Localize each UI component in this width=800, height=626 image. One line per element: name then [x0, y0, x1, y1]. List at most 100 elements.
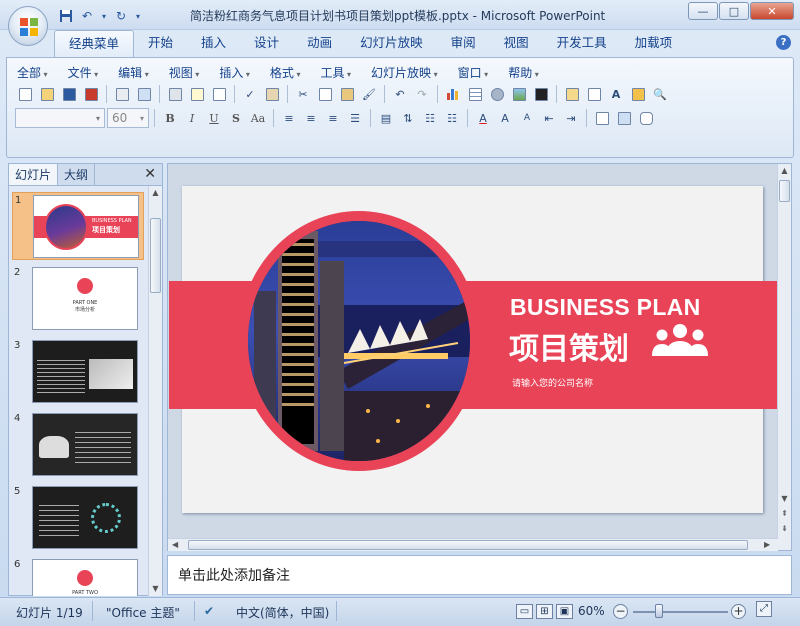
cut-icon[interactable]: ✂ — [293, 84, 313, 104]
slide-layout-icon[interactable] — [584, 84, 604, 104]
close-button[interactable]: ✕ — [750, 2, 794, 20]
increase-indent-icon[interactable]: ⇥ — [561, 108, 581, 128]
slide-canvas[interactable]: BUSINESS PLAN 项目策划 请输入您的公司名称 — [169, 186, 777, 513]
smartart-icon[interactable] — [487, 84, 507, 104]
slide-thumbnail-6[interactable]: 6 PART TWO — [12, 557, 144, 596]
menu-insert[interactable]: 插入 — [219, 64, 250, 81]
font-size-select[interactable]: 60 ▾ — [107, 108, 149, 128]
tab-outline[interactable]: 大纲 — [58, 164, 96, 185]
next-slide-icon[interactable]: ⇟ — [778, 522, 791, 536]
scroll-right-icon[interactable]: ▶ — [764, 540, 770, 549]
align-right-icon[interactable]: ≡ — [323, 108, 343, 128]
menu-all[interactable]: 全部 — [17, 64, 48, 81]
shape-fill-icon[interactable] — [531, 84, 551, 104]
open-icon[interactable] — [37, 84, 57, 104]
align-left-icon[interactable]: ≡ — [279, 108, 299, 128]
pane-close-icon[interactable]: ✕ — [144, 166, 156, 182]
new-icon[interactable] — [15, 84, 35, 104]
picture-icon[interactable] — [509, 84, 529, 104]
notes-pane[interactable]: 单击此处添加备注 — [167, 555, 792, 595]
quick-styles-icon[interactable] — [614, 108, 634, 128]
font-name-select[interactable]: ▾ — [15, 108, 105, 128]
font-color-icon[interactable]: A — [473, 108, 493, 128]
tab-classic-menu[interactable]: 经典菜单 — [54, 30, 135, 57]
previous-slide-icon[interactable]: ⇞ — [778, 507, 791, 521]
slide-thumbnail-2[interactable]: 2 PART ONE 市场分析 — [12, 265, 144, 333]
format-painter-icon[interactable]: 🖌 — [359, 84, 379, 104]
pdf-icon[interactable] — [81, 84, 101, 104]
bold-button[interactable]: B — [160, 108, 180, 128]
print-icon[interactable] — [165, 84, 185, 104]
tab-insert[interactable]: 插入 — [187, 30, 240, 57]
menu-slideshow[interactable]: 幻灯片放映 — [371, 64, 438, 81]
grow-font-icon[interactable]: A — [495, 108, 515, 128]
tab-slideshow[interactable]: 幻灯片放映 — [346, 30, 437, 57]
new-slide-icon[interactable] — [562, 84, 582, 104]
shrink-font-icon[interactable]: A — [517, 108, 537, 128]
arrange-icon[interactable] — [592, 108, 612, 128]
permission-icon[interactable] — [112, 84, 132, 104]
spelling-check-icon[interactable]: ✔ — [204, 604, 214, 618]
tab-animations[interactable]: 动画 — [293, 30, 346, 57]
help-icon[interactable]: ? — [776, 35, 791, 50]
scroll-up-icon[interactable]: ▲ — [778, 164, 791, 178]
scroll-down-icon[interactable]: ▼ — [778, 492, 791, 506]
undo-dropdown-icon[interactable]: ▾ — [100, 8, 108, 24]
scroll-up-icon[interactable]: ▲ — [149, 186, 162, 200]
undo-icon[interactable]: ↶ — [79, 8, 95, 24]
find-icon[interactable]: 🔍 — [650, 84, 670, 104]
scroll-left-icon[interactable]: ◀ — [172, 540, 178, 549]
zoom-in-icon[interactable]: + — [731, 604, 746, 619]
align-center-icon[interactable]: ≡ — [301, 108, 321, 128]
redo-icon[interactable]: ↷ — [412, 84, 432, 104]
research-icon[interactable] — [262, 84, 282, 104]
underline-button[interactable]: U — [204, 108, 224, 128]
slideshow-view-icon[interactable]: ▣ — [556, 604, 573, 619]
text-box-icon[interactable]: A — [606, 84, 626, 104]
minimize-button[interactable]: — — [688, 2, 718, 20]
folder-icon[interactable] — [628, 84, 648, 104]
bullets-icon[interactable]: ☷ — [420, 108, 440, 128]
office-button[interactable] — [8, 6, 48, 46]
tab-review[interactable]: 审阅 — [437, 30, 490, 57]
change-case-button[interactable]: Aa — [248, 108, 268, 128]
menu-help[interactable]: 帮助 — [508, 64, 539, 81]
editor-vertical-scrollbar[interactable]: ▲ ▼ ⇞ ⇟ — [777, 164, 791, 550]
tab-developer[interactable]: 开发工具 — [543, 30, 621, 57]
menu-tools[interactable]: 工具 — [320, 64, 351, 81]
zoom-slider-knob[interactable] — [655, 604, 663, 618]
zoom-level[interactable]: 60% — [578, 604, 605, 618]
menu-edit[interactable]: 编辑 — [118, 64, 149, 81]
chart-icon[interactable] — [443, 84, 463, 104]
fit-to-window-icon[interactable]: ⤢ — [756, 601, 772, 617]
numbering-icon[interactable]: ☷ — [442, 108, 462, 128]
columns-icon[interactable]: ▤ — [376, 108, 396, 128]
slide-thumbnail-3[interactable]: 3 — [12, 338, 144, 406]
slide-thumbnail-1[interactable]: 1 BUSINESS PLAN 项目策划 — [12, 192, 144, 260]
undo-icon[interactable]: ↶ — [390, 84, 410, 104]
copy-icon[interactable] — [315, 84, 335, 104]
shape-outline-icon[interactable] — [636, 108, 656, 128]
menu-window[interactable]: 窗口 — [458, 64, 489, 81]
paste-icon[interactable] — [337, 84, 357, 104]
normal-view-icon[interactable]: ▭ — [516, 604, 533, 619]
print-preview-icon[interactable] — [187, 84, 207, 104]
slide-thumbnail-4[interactable]: 4 — [12, 411, 144, 479]
spelling-icon[interactable]: ✓ — [240, 84, 260, 104]
editor-horizontal-scrollbar[interactable]: ◀ ▶ — [168, 538, 778, 551]
tab-design[interactable]: 设计 — [240, 30, 293, 57]
zoom-out-icon[interactable]: − — [613, 604, 628, 619]
menu-view[interactable]: 视图 — [169, 64, 200, 81]
maximize-button[interactable]: □ — [719, 2, 749, 20]
menu-file[interactable]: 文件 — [68, 64, 99, 81]
scroll-thumb[interactable] — [779, 180, 790, 202]
attach-icon[interactable] — [134, 84, 154, 104]
tab-home[interactable]: 开始 — [134, 30, 187, 57]
tab-slides[interactable]: 幻灯片 — [9, 164, 59, 185]
italic-button[interactable]: I — [182, 108, 202, 128]
save-icon[interactable] — [59, 84, 79, 104]
layout-icon[interactable] — [209, 84, 229, 104]
language-indicator[interactable]: 中文(简体，中国) — [236, 604, 329, 621]
text-direction-icon[interactable]: ⇅ — [398, 108, 418, 128]
decrease-indent-icon[interactable]: ⇤ — [539, 108, 559, 128]
